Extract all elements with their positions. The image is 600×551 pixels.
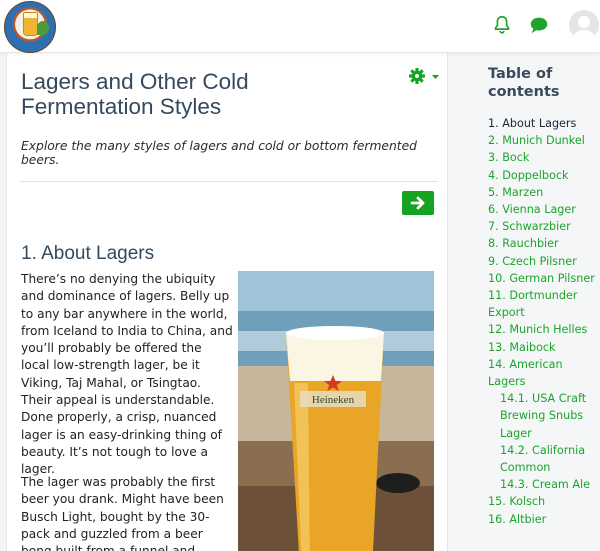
- user-avatar[interactable]: [569, 10, 599, 40]
- toc-item[interactable]: 8. Rauchbier: [488, 235, 600, 252]
- toc-item[interactable]: 13. Maibock: [488, 339, 600, 356]
- toc-item[interactable]: 3. Bock: [488, 149, 600, 166]
- body-paragraph: The lager was probably the first beer yo…: [21, 475, 224, 551]
- intro-text: Explore the many styles of lagers and co…: [21, 139, 417, 167]
- toc-item[interactable]: 14. American Lagers: [488, 356, 596, 390]
- chat-icon[interactable]: [528, 14, 550, 36]
- gear-icon: [409, 68, 425, 84]
- toc-item[interactable]: 2. Munich Dunkel: [488, 132, 600, 149]
- divider: [20, 181, 438, 182]
- toc-item[interactable]: 11. Dortmunder Export: [488, 287, 596, 321]
- toc-subitem[interactable]: 14.1. USA Craft Brewing Snubs Lager: [488, 390, 592, 442]
- toc-title: Table of contents: [488, 66, 560, 100]
- gear-menu-button[interactable]: [408, 66, 442, 86]
- photo-brand-label: Heineken: [312, 394, 355, 406]
- top-navbar: [0, 0, 600, 53]
- toc-item[interactable]: 16. Altbier: [488, 511, 600, 528]
- site-logo[interactable]: [4, 1, 56, 53]
- beer-glass-icon: [24, 13, 37, 35]
- next-section-button[interactable]: [402, 191, 434, 215]
- bell-icon[interactable]: [491, 14, 513, 36]
- toc-list: 1. About Lagers 2. Munich Dunkel 3. Bock…: [488, 115, 600, 528]
- body-paragraph: There’s no denying the ubiquity and domi…: [21, 272, 233, 477]
- toc-sidebar: Table of contents 1. About Lagers 2. Mun…: [447, 53, 600, 551]
- toc-item[interactable]: 12. Munich Helles: [488, 321, 600, 338]
- section-heading: 1. About Lagers: [21, 243, 155, 264]
- caret-down-icon: [432, 75, 439, 79]
- beer-photo: Heineken: [238, 271, 434, 551]
- main-content: Lagers and Other Cold Fermentation Style…: [6, 53, 448, 551]
- toc-item[interactable]: 7. Schwarzbier: [488, 218, 600, 235]
- user-icon: [573, 16, 595, 40]
- hop-leaf-icon: [37, 21, 49, 35]
- toc-subitem[interactable]: 14.2. California Common: [488, 442, 592, 476]
- toc-subitem[interactable]: 14.3. Cream Ale: [488, 476, 592, 493]
- toc-item[interactable]: 10. German Pilsner: [488, 270, 600, 287]
- arrow-right-icon: [410, 196, 425, 210]
- page-title: Lagers and Other Cold Fermentation Style…: [21, 69, 249, 119]
- toc-item[interactable]: 4. Doppelbock: [488, 167, 600, 184]
- toc-item[interactable]: 1. About Lagers: [488, 115, 600, 132]
- toc-item[interactable]: 6. Vienna Lager: [488, 201, 600, 218]
- toc-item[interactable]: 5. Marzen: [488, 184, 600, 201]
- toc-item[interactable]: 15. Kolsch: [488, 493, 600, 510]
- toc-item[interactable]: 9. Czech Pilsner: [488, 253, 600, 270]
